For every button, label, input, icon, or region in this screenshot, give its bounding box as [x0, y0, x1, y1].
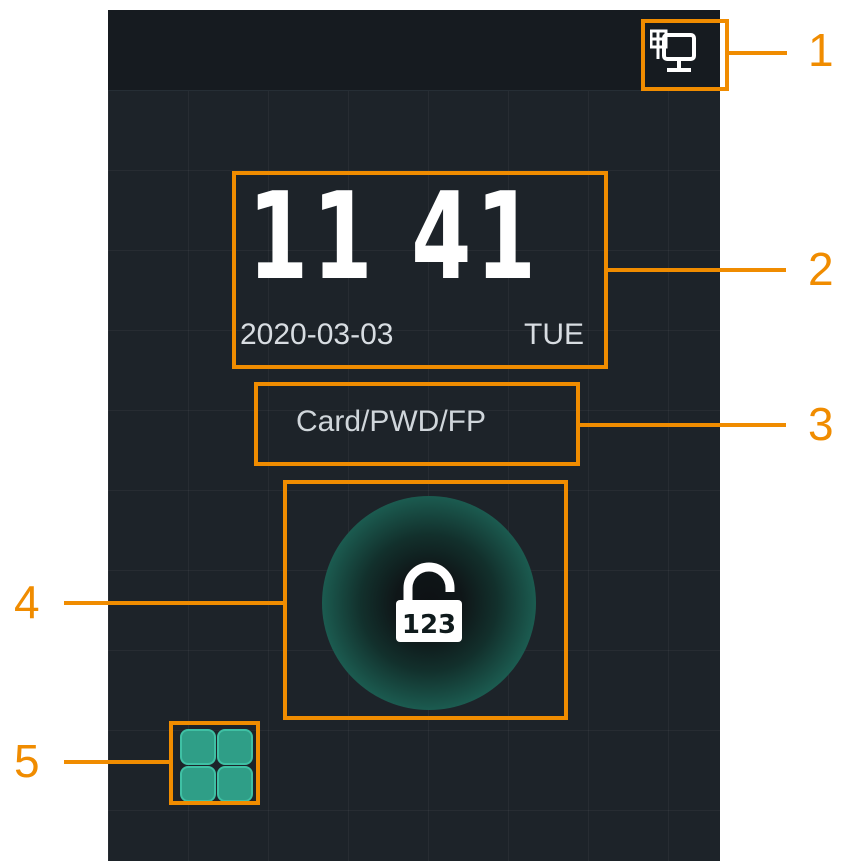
leader-line-4 — [64, 601, 283, 605]
highlight-box-2 — [232, 171, 608, 369]
callout-3: 3 — [808, 398, 834, 450]
callout-5: 5 — [14, 735, 40, 787]
callout-2: 2 — [808, 243, 834, 295]
leader-line-5 — [64, 760, 169, 764]
highlight-box-5 — [169, 721, 260, 805]
highlight-box-1 — [641, 19, 729, 91]
callout-1: 1 — [808, 24, 834, 76]
leader-line-2 — [608, 268, 786, 272]
leader-line-1 — [729, 51, 787, 55]
callout-4: 4 — [14, 576, 40, 628]
highlight-box-3 — [254, 382, 580, 466]
leader-line-3 — [580, 423, 786, 427]
status-bar — [108, 10, 720, 91]
highlight-box-4 — [283, 480, 568, 720]
